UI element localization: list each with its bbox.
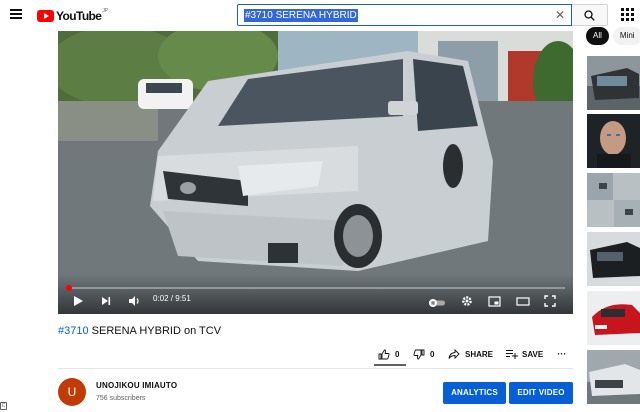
search-query-text[interactable]: #3710 SERENA HYBRID bbox=[244, 9, 358, 22]
channel-name[interactable]: UNOJIKOU IMIAUTO bbox=[96, 381, 177, 390]
like-count: 0 bbox=[395, 349, 400, 359]
save-playlist-icon bbox=[506, 350, 519, 359]
analytics-button[interactable]: ANALYTICS bbox=[443, 382, 506, 404]
related-video-thumbnail[interactable] bbox=[587, 350, 640, 404]
logo-region: JP bbox=[102, 7, 109, 14]
subscriber-count: 756 subscribers bbox=[96, 395, 146, 402]
share-label: SHARE bbox=[465, 349, 494, 359]
more-actions-icon[interactable]: ··· bbox=[557, 342, 566, 366]
share-icon bbox=[448, 349, 460, 359]
apps-icon[interactable] bbox=[620, 7, 640, 23]
clear-icon[interactable]: ✕ bbox=[555, 8, 565, 22]
sentiment-bar bbox=[374, 364, 406, 366]
video-player[interactable]: 0:02 / 9:51 bbox=[58, 31, 573, 314]
chip-mini[interactable]: Mini bbox=[612, 27, 640, 45]
divider bbox=[58, 368, 573, 369]
next-icon[interactable] bbox=[100, 294, 112, 312]
search-icon bbox=[584, 10, 595, 21]
like-dislike-group: 0 0 bbox=[370, 342, 434, 366]
filter-chips: All Mini bbox=[586, 27, 640, 45]
thumbs-up-icon bbox=[378, 349, 390, 359]
related-video-thumbnail[interactable] bbox=[587, 232, 640, 286]
related-video-thumbnail[interactable] bbox=[587, 173, 640, 227]
video-title: #3710 SERENA HYBRID on TCV bbox=[58, 325, 221, 337]
miniplayer-icon[interactable] bbox=[488, 294, 501, 312]
caption-edge-icon: C bbox=[0, 402, 7, 410]
share-button[interactable]: SHARE bbox=[448, 342, 493, 366]
progress-scrubber[interactable] bbox=[66, 285, 72, 291]
search-input[interactable]: #3710 SERENA HYBRID ✕ bbox=[237, 4, 572, 26]
video-frame bbox=[58, 31, 573, 314]
autoplay-toggle[interactable] bbox=[428, 295, 446, 313]
related-video-thumbnail[interactable] bbox=[587, 291, 640, 345]
chip-all[interactable]: All bbox=[586, 27, 609, 45]
play-icon[interactable] bbox=[72, 294, 84, 312]
edit-video-button[interactable]: EDIT VIDEO bbox=[509, 382, 573, 404]
logo-text: YouTube bbox=[56, 8, 102, 23]
youtube-logo[interactable]: YouTube JP bbox=[37, 7, 109, 23]
related-video-thumbnail[interactable] bbox=[587, 56, 640, 110]
like-button[interactable]: 0 bbox=[378, 342, 399, 366]
hashtag-link[interactable]: #3710 bbox=[58, 325, 89, 337]
thumbs-down-icon bbox=[413, 349, 425, 359]
fullscreen-icon[interactable] bbox=[544, 294, 556, 312]
youtube-play-icon bbox=[37, 9, 54, 22]
time-display: 0:02 / 9:51 bbox=[153, 294, 191, 303]
dislike-button[interactable]: 0 bbox=[413, 342, 434, 366]
video-actions: 0 0 SHARE SAVE ··· bbox=[370, 342, 566, 366]
settings-icon[interactable] bbox=[461, 294, 473, 312]
theater-mode-icon[interactable] bbox=[516, 294, 530, 312]
search-button[interactable] bbox=[572, 4, 608, 26]
progress-bar[interactable] bbox=[66, 285, 565, 291]
save-button[interactable]: SAVE bbox=[505, 342, 543, 366]
channel-avatar[interactable]: U bbox=[58, 378, 86, 406]
menu-icon[interactable] bbox=[10, 9, 22, 19]
dislike-count: 0 bbox=[430, 349, 435, 359]
volume-icon[interactable] bbox=[128, 294, 141, 312]
video-title-text: SERENA HYBRID on TCV bbox=[88, 325, 222, 337]
related-video-thumbnail[interactable] bbox=[587, 114, 640, 168]
masthead: YouTube JP #3710 SERENA HYBRID ✕ bbox=[0, 0, 640, 30]
save-label: SAVE bbox=[522, 349, 544, 359]
